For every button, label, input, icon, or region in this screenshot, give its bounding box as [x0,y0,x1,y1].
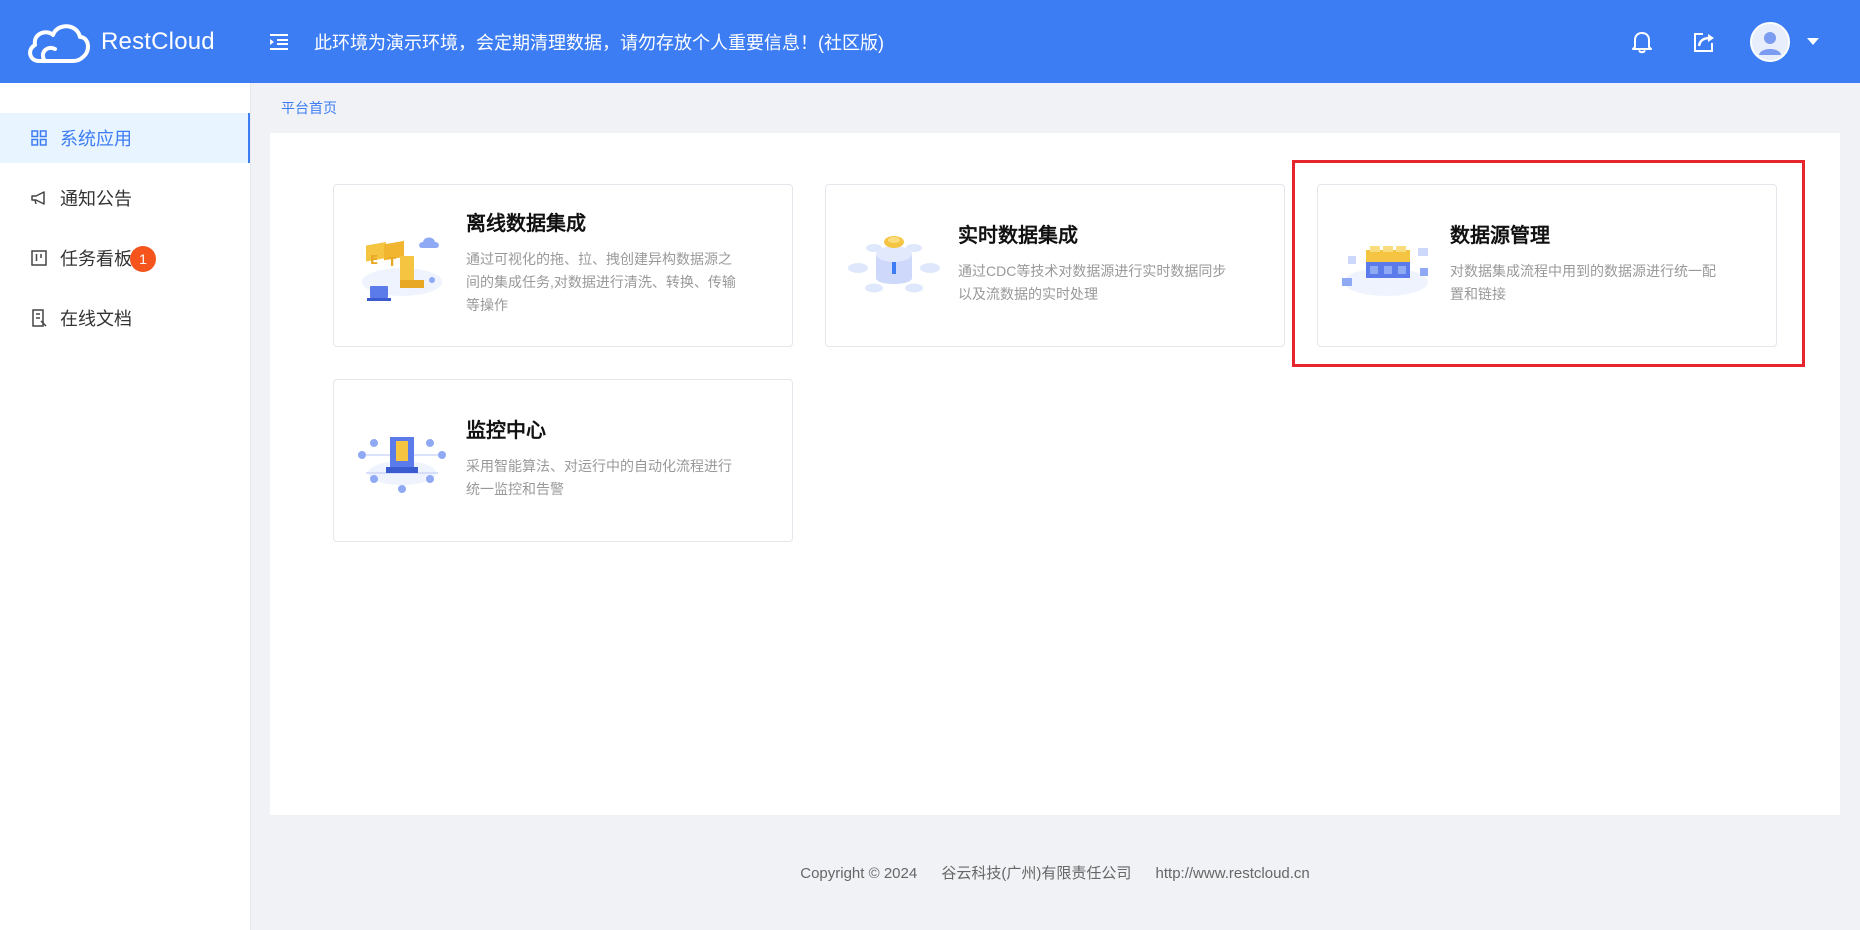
document-icon [30,309,48,327]
card-description: 通过CDC等技术对数据源进行实时数据同步以及流数据的实时处理 [958,263,1227,302]
chevron-down-icon[interactable] [1806,35,1820,49]
card-description: 采用智能算法、对运行中的自动化流程进行统一监控和告警 [466,458,732,497]
footer-url-link[interactable]: http://www.restcloud.cn [1156,865,1310,882]
footer-company: 谷云科技(广州)有限责任公司 [941,865,1132,882]
brand[interactable]: RestCloud [0,19,252,65]
etl-illustration-icon: E T [352,220,452,310]
card-description: 对数据集成流程中用到的数据源进行统一配置和链接 [1450,263,1716,302]
grid-icon [30,129,48,147]
monitor-illustration-icon [352,415,452,505]
bell-icon[interactable] [1628,28,1656,56]
footer: Copyright © 2024 谷云科技(广州)有限责任公司 http://w… [270,862,1840,883]
top-header: RestCloud 此环境为演示环境，会定期清理数据，请勿存放个人重要信息！(社… [0,0,1860,83]
menu-collapse-icon[interactable] [267,30,291,54]
card-title: 实时数据集成 [958,225,1078,247]
user-avatar[interactable] [1750,21,1790,62]
card-datasource-management[interactable]: 数据源管理 对数据集成流程中用到的数据源进行统一配置和链接 [1317,184,1777,347]
card-title: 监控中心 [466,420,546,442]
brand-name: RestCloud [101,27,215,55]
card-title: 离线数据集成 [466,213,586,235]
cloud-logo-icon [28,23,90,63]
sidebar-item-system-apps[interactable]: 系统应用 [0,113,250,163]
sidebar-item-label: 在线文档 [60,309,132,329]
sidebar-item-label: 通知公告 [60,189,132,209]
sidebar-item-online-docs[interactable]: 在线文档 [0,293,250,343]
realtime-illustration-icon [844,220,944,310]
demo-environment-notice: 此环境为演示环境，会定期清理数据，请勿存放个人重要信息！(社区版) [314,32,884,53]
header-actions [1628,0,1860,83]
task-count-badge: 1 [130,246,156,272]
card-title: 数据源管理 [1450,225,1550,247]
sidebar-item-announcements[interactable]: 通知公告 [0,173,250,223]
card-realtime-integration[interactable]: 实时数据集成 通过CDC等技术对数据源进行实时数据同步以及流数据的实时处理 [825,184,1285,347]
sidebar-item-task-board[interactable]: 任务看板 1 [0,233,250,283]
card-description: 通过可视化的拖、拉、拽创建异构数据源之间的集成任务,对数据进行清洗、转换、传输等… [466,251,736,313]
svg-text:T: T [388,255,397,269]
app-panel: E T 离线数据集成 通过可视化的拖、拉、拽创建异构数据源之间的集成任务,对数据… [270,133,1840,815]
card-offline-integration[interactable]: E T 离线数据集成 通过可视化的拖、拉、拽创建异构数据源之间的集成任务,对数据… [333,184,793,347]
megaphone-icon [30,189,48,207]
datasource-illustration-icon [1336,220,1436,310]
card-monitoring-center[interactable]: 监控中心 采用智能算法、对运行中的自动化流程进行统一监控和告警 [333,379,793,542]
sidebar-item-label: 系统应用 [60,129,132,149]
sidebar: 系统应用 通知公告 任务看板 1 在线文档 [0,83,251,930]
kanban-icon [30,249,48,267]
sidebar-item-label: 任务看板 [60,249,132,269]
share-export-icon[interactable] [1690,28,1718,56]
breadcrumb-home[interactable]: 平台首页 [281,98,337,118]
svg-text:E: E [370,253,378,267]
footer-copyright: Copyright © 2024 [800,865,918,882]
